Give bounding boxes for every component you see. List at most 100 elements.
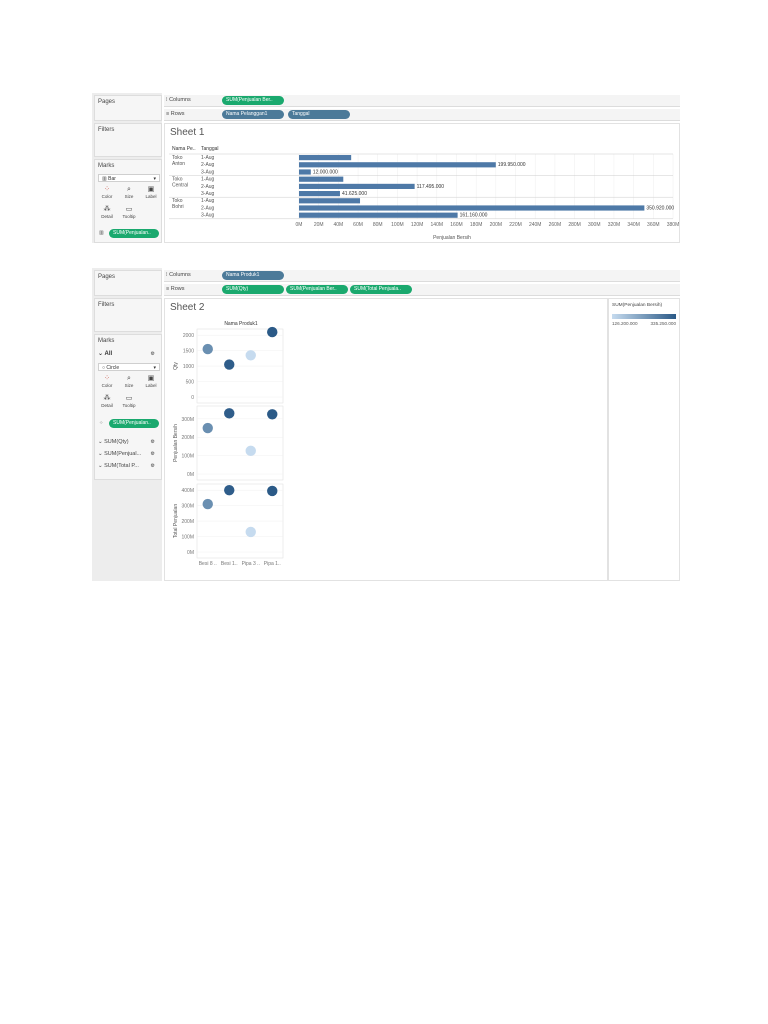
- left-shelf-panel: Pages Filters Marks ▥ Bar ▾ ⁘ Color ⌕ Size…: [92, 93, 162, 243]
- pages-shelf[interactable]: Pages: [94, 270, 162, 296]
- marks-field-pill[interactable]: SUM(Penjualan..: [109, 419, 159, 428]
- rows-shelf[interactable]: ≡ Rows Nama Pelanggan1 Tanggal: [164, 109, 680, 121]
- chevron-down-icon: ▾: [153, 365, 156, 371]
- scatter-point[interactable]: [267, 409, 278, 420]
- color-icon: ⁘: [104, 186, 110, 193]
- y-axis-title: Qty: [173, 362, 179, 370]
- rows-pill-penjualan[interactable]: SUM(Penjualan Ber..: [286, 285, 348, 294]
- date-row-label: 1-Aug: [201, 155, 215, 161]
- color-button[interactable]: ⁘ Color: [97, 375, 117, 391]
- bar[interactable]: [299, 155, 352, 161]
- bar[interactable]: [299, 198, 361, 204]
- y-tick-label: 100M: [181, 535, 194, 541]
- rows-pill-customer[interactable]: Nama Pelanggan1: [222, 110, 284, 119]
- tableau-sheet2-screenshot: Pages Filters Marks ⌄ All ⚙ ○ Circle ▾ ⁘…: [92, 268, 680, 581]
- tooltip-button[interactable]: ▭ Tooltip: [119, 395, 139, 411]
- x-tick-label: 20M: [314, 222, 324, 228]
- scatter-point[interactable]: [267, 485, 278, 497]
- scatter-point[interactable]: [202, 343, 213, 355]
- measure-card-penjualan[interactable]: ⌄ SUM(Penjual...: [98, 451, 141, 457]
- x-tick-label: 0M: [296, 222, 303, 228]
- tableau-sheet1-screenshot: Pages Filters Marks ▥ Bar ▾ ⁘ Color ⌕ Size…: [92, 93, 680, 243]
- bar[interactable]: [299, 162, 496, 168]
- columns-shelf[interactable]: ⁞ Columns SUM(Penjualan Ber..: [164, 95, 680, 107]
- scatter-point[interactable]: [267, 326, 278, 338]
- scatter-point[interactable]: [224, 408, 235, 419]
- bar[interactable]: [299, 183, 415, 189]
- x-category-label: Pipa 3 ..: [242, 561, 260, 567]
- y-tick-label: 500: [186, 380, 195, 386]
- filters-label: Filters: [98, 302, 115, 308]
- rows-pill-date[interactable]: Tanggal: [288, 110, 350, 119]
- marks-label: Marks: [98, 338, 115, 344]
- columns-pill[interactable]: SUM(Penjualan Ber..: [222, 96, 284, 105]
- y-tick-label: 100M: [181, 454, 194, 460]
- scatter-point[interactable]: [245, 445, 256, 457]
- chevron-down-icon: ▾: [153, 176, 156, 182]
- size-button[interactable]: ⌕ Size: [119, 186, 139, 202]
- columns-pill[interactable]: Nama Produk1: [222, 271, 284, 280]
- columns-shelf[interactable]: ⁞ Columns Nama Produk1: [164, 270, 680, 282]
- date-row-label: 2-Aug: [201, 162, 215, 168]
- customer-row-label: Bohri: [172, 204, 184, 210]
- settings-icon: ⚙: [150, 463, 155, 469]
- rows-pill-qty[interactable]: SUM(Qty): [222, 285, 284, 294]
- x-tick-label: 60M: [353, 222, 363, 228]
- detail-icon: ⁂: [103, 206, 111, 213]
- date-row-label: 3-Aug: [201, 169, 215, 175]
- filters-shelf[interactable]: Filters: [94, 298, 162, 332]
- marks-card: Marks ⌄ All ⚙ ○ Circle ▾ ⁘ Color ⌕ Size ▣ L…: [94, 334, 162, 480]
- pages-label: Pages: [98, 274, 116, 280]
- scatter-point[interactable]: [245, 350, 256, 361]
- bar-data-label: 41.625.000: [342, 191, 367, 197]
- date-row-label: 1-Aug: [201, 177, 215, 183]
- x-axis-title: Penjualan Bersih: [433, 235, 471, 241]
- x-tick-label: 80M: [373, 222, 383, 228]
- y-tick-label: 0: [191, 395, 194, 401]
- marks-all-toggle[interactable]: ⌄ All: [98, 350, 112, 357]
- detail-button[interactable]: ⁂ Detail: [97, 206, 117, 222]
- filters-shelf[interactable]: Filters: [94, 123, 162, 157]
- bar[interactable]: [299, 205, 645, 211]
- label-button[interactable]: ▣ Label: [141, 186, 161, 202]
- bar[interactable]: [299, 191, 340, 197]
- x-tick-label: 380M: [667, 222, 680, 228]
- scatter-point[interactable]: [224, 484, 235, 496]
- scatter-point[interactable]: [202, 422, 213, 434]
- customer-row-label: Central: [172, 183, 188, 189]
- bar[interactable]: [299, 176, 344, 182]
- label-button[interactable]: ▣ Label: [141, 375, 161, 391]
- detail-button[interactable]: ⁂ Detail: [97, 395, 117, 411]
- measure-card-total[interactable]: ⌄ SUM(Total P...: [98, 463, 139, 469]
- color-button[interactable]: ⁘ Color: [97, 186, 117, 202]
- y-tick-label: 400M: [181, 488, 194, 494]
- measure-card-qty[interactable]: ⌄ SUM(Qty): [98, 439, 129, 445]
- marks-field-pill[interactable]: SUM(Penjualan..: [109, 229, 159, 238]
- sheet2-canvas: Sheet 2 Nama Produk1 0 500 1000 1500 2000 Qty…: [164, 298, 608, 581]
- color-legend: SUM(Penjualan Bersih) 126.200.000 335.25…: [608, 298, 680, 581]
- rows-shelf[interactable]: ≡ Rows SUM(Qty) SUM(Penjualan Ber.. SUM(…: [164, 284, 680, 296]
- scatter-point[interactable]: [202, 498, 213, 510]
- tooltip-icon: ▭: [125, 206, 133, 213]
- mark-type-dropdown[interactable]: ▥ Bar ▾: [98, 174, 160, 182]
- mark-type-dropdown[interactable]: ○ Circle ▾: [98, 363, 160, 371]
- rows-pill-total[interactable]: SUM(Total Penjuala..: [350, 285, 412, 294]
- x-category-label: Pipa 1..: [264, 561, 281, 567]
- x-tick-label: 200M: [490, 222, 503, 228]
- bar[interactable]: [299, 212, 458, 218]
- tooltip-button[interactable]: ▭ Tooltip: [119, 206, 139, 222]
- size-icon: ⌕: [127, 375, 131, 382]
- legend-min: 126.200.000: [612, 321, 638, 326]
- pages-shelf[interactable]: Pages: [94, 95, 162, 121]
- size-button[interactable]: ⌕ Size: [119, 375, 139, 391]
- label-icon: ▣: [147, 186, 155, 193]
- customer-row-label: Anton: [172, 161, 185, 167]
- bar[interactable]: [299, 169, 311, 175]
- scatter-point[interactable]: [245, 526, 256, 538]
- columns-label: ⁞ Columns: [166, 272, 191, 278]
- settings-icon: ⚙: [150, 439, 155, 445]
- x-tick-label: 280M: [568, 222, 581, 228]
- scatter-point[interactable]: [224, 359, 235, 370]
- left-shelf-panel: Pages Filters Marks ⌄ All ⚙ ○ Circle ▾ ⁘…: [92, 268, 162, 581]
- x-tick-label: 320M: [608, 222, 621, 228]
